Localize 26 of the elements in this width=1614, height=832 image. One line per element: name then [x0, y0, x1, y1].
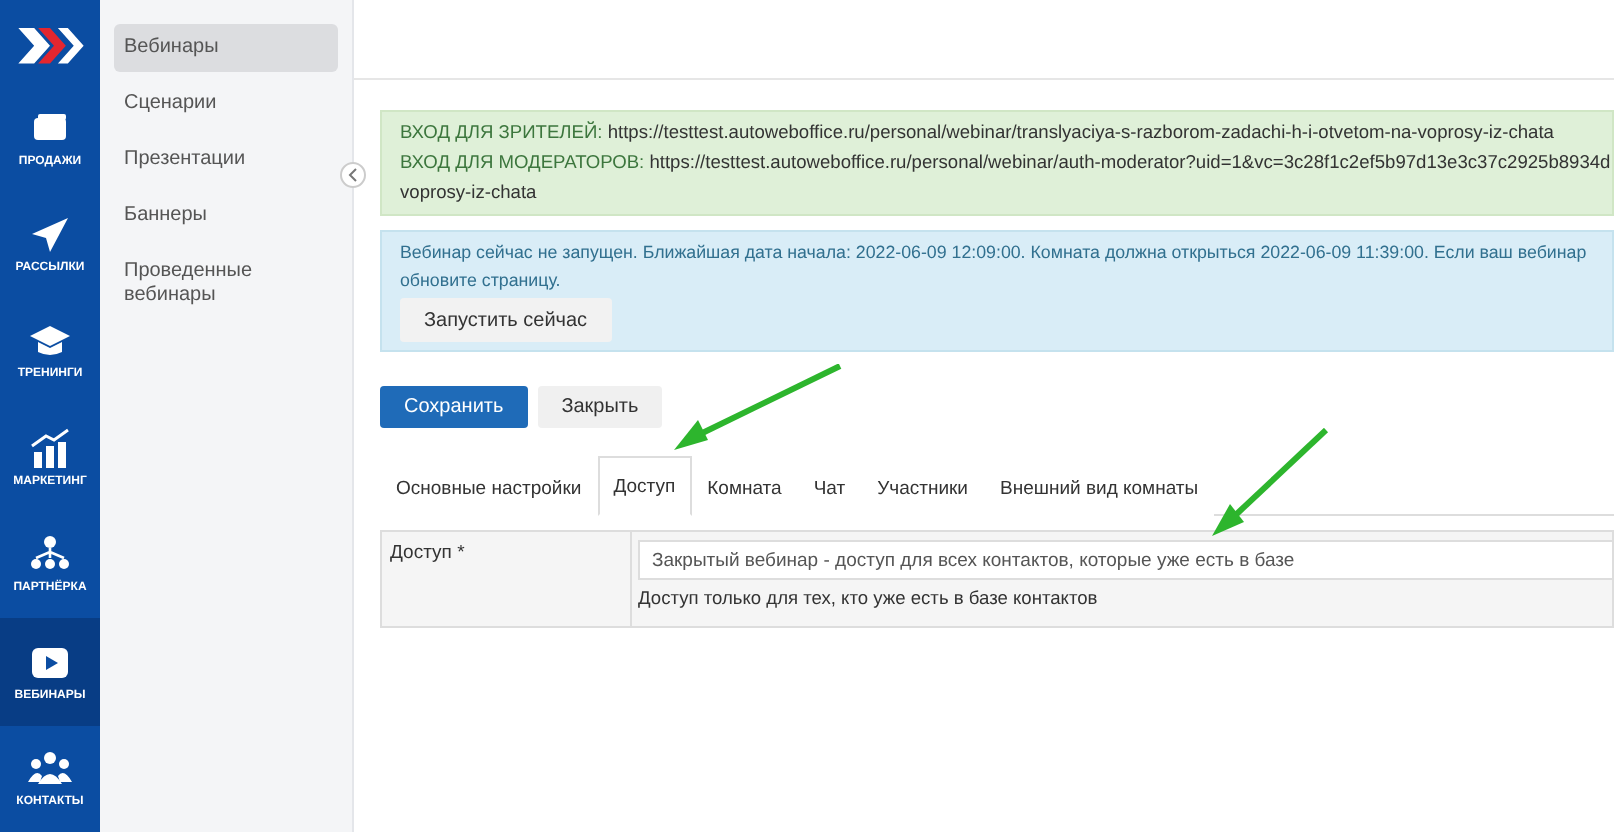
start-now-button[interactable]: Запустить сейчас	[400, 298, 612, 342]
link-url[interactable]: https://testtest.autoweboffice.ru/personal/webinar/auth-moderator?uid=1&vc=3c28f1c2ef5b97d13e3c37c2925b8934d	[649, 152, 1611, 172]
sidebar-item[interactable]: Баннеры	[114, 192, 338, 240]
save-button[interactable]: Сохранить	[380, 386, 528, 428]
sidebar-item[interactable]: Презентации	[114, 136, 338, 184]
paper-plane-icon	[28, 213, 72, 256]
help-text: Доступ только для тех, кто уже есть в базе контактов	[638, 588, 1100, 608]
logo-icon	[16, 26, 84, 66]
access-select[interactable]: Закрытый вебинар - доступ для всех контактов, которые уже есть в базе	[638, 540, 1612, 580]
field-label: Доступ *	[390, 542, 465, 564]
link-label: ВХОД ДЛЯ ЗРИТЕЛЕЙ:	[400, 122, 603, 142]
arrow-drawing	[1210, 428, 1330, 538]
sidebar-item[interactable]: Проведенные вебинары	[114, 248, 338, 320]
status-text: Вебинар сейчас не запущен. Ближайшая дата начала: 2022-06-09 12:09:00. Комната должна открыться 2022-06-09 11:39:00. Если ваш вебинар	[400, 242, 1587, 262]
link-url[interactable]: voprosy-iz-chata	[400, 182, 537, 202]
sidebar-item[interactable]: Вебинары	[114, 24, 338, 72]
collapse-toggle[interactable]	[340, 162, 366, 188]
chevron-left-icon	[348, 168, 358, 182]
bar-chart-icon	[28, 427, 72, 470]
tab[interactable]: Доступ	[597, 456, 692, 516]
close-button[interactable]: Закрыть	[537, 386, 663, 428]
tab[interactable]: Комната	[691, 460, 798, 516]
status-text: обновите страницу.	[400, 270, 561, 290]
link-url[interactable]: https://testtest.autowebоffice.ru/personal/webinar/translyaciya-s-razborom-zadachi-h-i-otvetom-na-voprosy-iz-chata	[607, 122, 1554, 142]
sidebar-item[interactable]: Сценарии	[114, 80, 338, 128]
link-label: ВХОД ДЛЯ МОДЕРАТОРОВ:	[400, 152, 645, 172]
